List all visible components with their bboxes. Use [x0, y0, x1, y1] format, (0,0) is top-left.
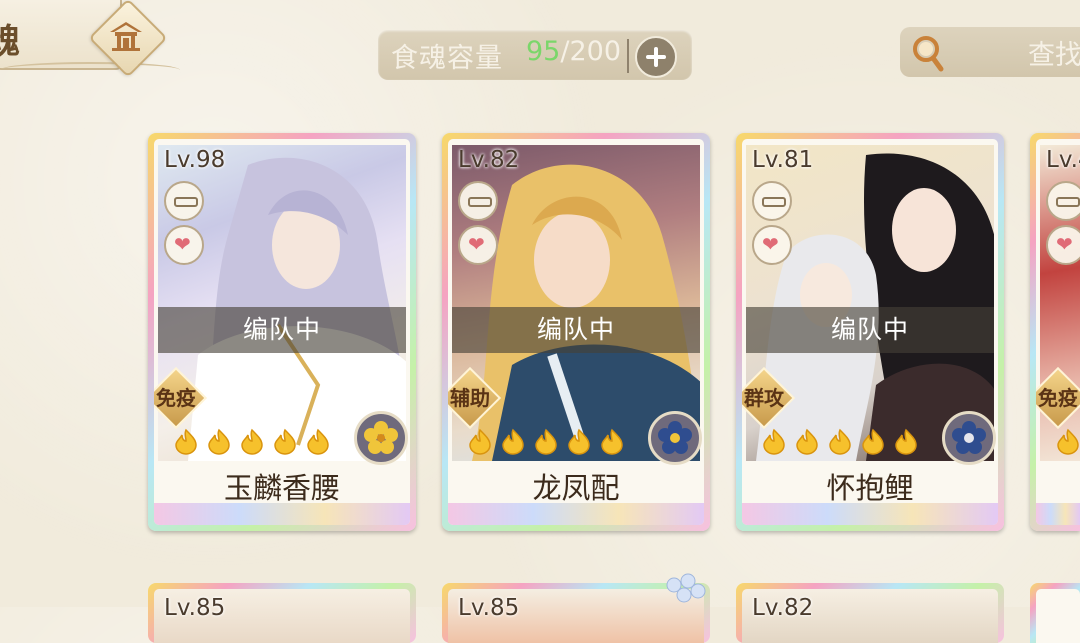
- heart-icon: ❤: [1056, 232, 1073, 256]
- capacity-divider: [627, 39, 629, 73]
- card-inner: Lv.82 ❤ 编队中 辅助 龙凤配: [448, 139, 704, 525]
- flame-icon: [502, 428, 524, 455]
- role-label: 群攻: [744, 386, 784, 410]
- element-badge[interactable]: [942, 411, 996, 465]
- lock-icon[interactable]: [1046, 181, 1080, 221]
- heart-icon: ❤: [762, 232, 779, 256]
- add-icon-vertical: [654, 47, 658, 67]
- character-name: 龙凤配: [532, 471, 620, 505]
- role-label: 辅助: [450, 386, 490, 410]
- team-status: 编队中: [242, 315, 321, 344]
- house-icon: [110, 22, 142, 51]
- card-inner: Lv.4 ❤ 免疫: [1036, 139, 1080, 525]
- flame-icon: [241, 428, 263, 455]
- capacity-label: 食魂容量: [391, 43, 503, 74]
- flame-icon: [796, 428, 818, 455]
- capacity-current: 95: [526, 36, 561, 67]
- character-card[interactable]: Lv.81 ❤ 编队中 群攻 怀抱鲤: [736, 133, 1004, 531]
- card-level: Lv.85: [164, 595, 226, 621]
- flower-icon: [952, 421, 986, 454]
- team-status-band: 编队中: [452, 307, 700, 353]
- character-card[interactable]: Lv.82 ❤ 编队中 辅助 龙凤配: [442, 133, 710, 531]
- lock-icon[interactable]: [752, 181, 792, 221]
- capacity-bar: 食魂容量 95/200: [378, 30, 692, 80]
- card-inner: [1036, 589, 1080, 643]
- heart-icon: ❤: [468, 232, 485, 256]
- character-card[interactable]: Lv.85: [148, 583, 416, 643]
- lock-icon[interactable]: [164, 181, 204, 221]
- card-level: Lv.81: [752, 147, 814, 173]
- star-rating: [760, 427, 925, 461]
- favorite-button[interactable]: ❤: [458, 225, 498, 265]
- flame-icon: [469, 428, 491, 455]
- card-bottom-strip: [1036, 503, 1080, 525]
- flower-icon: [658, 421, 692, 454]
- role-badge: 免疫: [1036, 366, 1080, 430]
- flame-icon: [601, 428, 623, 455]
- character-card[interactable]: Lv.4 ❤ 免疫: [1030, 133, 1080, 531]
- favorite-button[interactable]: ❤: [1046, 225, 1080, 265]
- flame-icon: [895, 428, 917, 455]
- card-inner: Lv.85: [154, 589, 410, 643]
- team-status-band: 编队中: [746, 307, 994, 353]
- flame-icon: [1057, 428, 1079, 455]
- element-badge[interactable]: [648, 411, 702, 465]
- flame-icon: [175, 428, 197, 455]
- role-badge: 群攻: [742, 366, 796, 430]
- flame-icon: [307, 428, 329, 455]
- favorite-button[interactable]: ❤: [164, 225, 204, 265]
- search-icon: [913, 36, 944, 72]
- search-button[interactable]: 查找: [900, 27, 1080, 77]
- character-name: 怀抱鲤: [826, 471, 914, 505]
- card-level: Lv.4: [1046, 147, 1080, 173]
- tab-wave-decoration: [0, 62, 180, 78]
- card-inner: Lv.81 ❤ 编队中 群攻 怀抱鲤: [742, 139, 998, 525]
- capacity-max: 200: [569, 36, 622, 67]
- character-card[interactable]: Lv.85: [442, 573, 710, 643]
- team-status-band: 编队中: [158, 307, 406, 353]
- character-card[interactable]: Lv.98 ❤ 编队中 免疫 玉麟香腰: [148, 133, 416, 531]
- flower-icon: [364, 421, 398, 454]
- section-tab-label: 魂: [0, 22, 20, 62]
- add-capacity-button[interactable]: [635, 36, 677, 78]
- flame-icon: [568, 428, 590, 455]
- role-badge: 辅助: [448, 366, 502, 430]
- flame-icon: [208, 428, 230, 455]
- flame-icon: [829, 428, 851, 455]
- flame-icon: [763, 428, 785, 455]
- flame-icon: [535, 428, 557, 455]
- card-inner: Lv.82: [742, 589, 998, 643]
- card-level: Lv.85: [458, 595, 520, 621]
- element-badge[interactable]: [354, 411, 408, 465]
- capacity-count: 95/200: [526, 36, 621, 67]
- character-card[interactable]: Lv.82: [736, 583, 1004, 643]
- favorite-button[interactable]: ❤: [752, 225, 792, 265]
- star-rating: [1054, 427, 1080, 461]
- flame-icon: [274, 428, 296, 455]
- search-label: 查找: [1028, 40, 1080, 71]
- role-label: 免疫: [1038, 386, 1078, 410]
- character-card[interactable]: [1030, 583, 1080, 643]
- card-level: Lv.98: [164, 147, 226, 173]
- heart-icon: ❤: [174, 232, 191, 256]
- flower-decoration-icon: [666, 573, 706, 603]
- card-inner: Lv.98 ❤ 编队中 免疫 玉麟香腰: [154, 139, 410, 525]
- team-status: 编队中: [536, 315, 615, 344]
- flame-icon: [862, 428, 884, 455]
- role-label: 免疫: [156, 386, 196, 410]
- role-badge: 免疫: [154, 366, 208, 430]
- lock-icon[interactable]: [458, 181, 498, 221]
- team-status: 编队中: [830, 315, 909, 344]
- star-rating: [466, 427, 631, 461]
- character-name: 玉麟香腰: [223, 471, 340, 505]
- card-level: Lv.82: [458, 147, 520, 173]
- card-level: Lv.82: [752, 595, 814, 621]
- star-rating: [172, 427, 337, 461]
